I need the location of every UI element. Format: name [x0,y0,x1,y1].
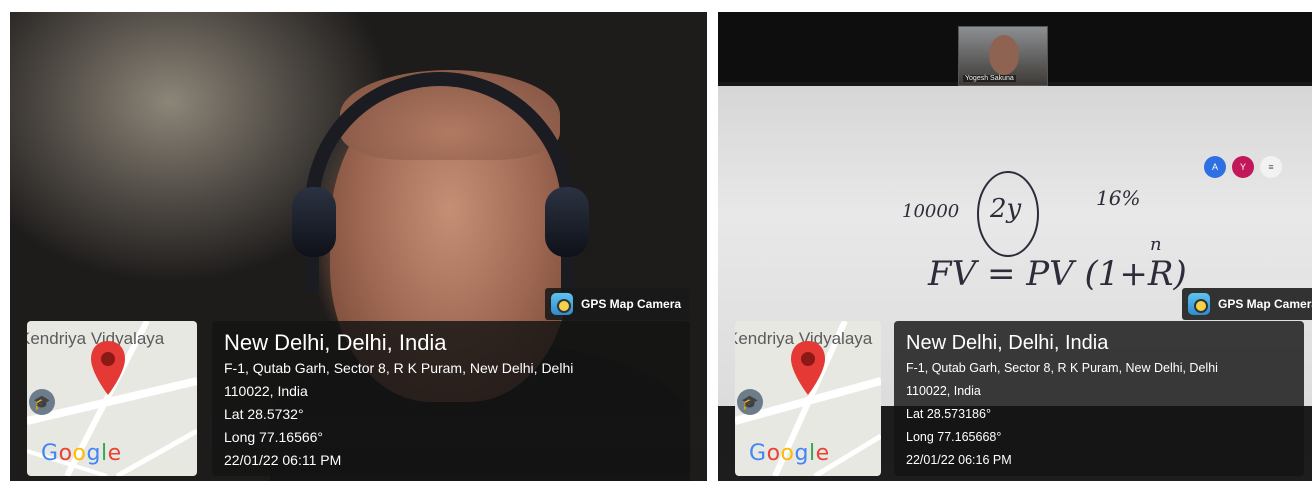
video-thumbnail-face [989,35,1019,75]
address-line-2: 110022, India [224,383,308,399]
latitude: Lat 28.573186° [906,407,991,421]
headphone-earcup-right [545,187,589,257]
address-line-1: F-1, Qutab Garh, Sector 8, R K Puram, Ne… [906,361,1218,375]
wb-formula: FV = PV (1+R) [928,254,1187,294]
wb-rate: 16% [1096,186,1141,210]
school-icon: 🎓 [29,389,55,415]
gps-badge-right: GPS Map Camera [1182,288,1312,320]
wb-principal: 10000 [902,201,960,222]
location-title: New Delhi, Delhi, India [224,330,447,355]
latitude: Lat 28.5732° [224,406,304,422]
gps-badge-label: GPS Map Camera [581,297,682,311]
google-logo: Google [41,441,122,466]
timestamp: 22/01/22 06:11 PM [224,452,342,468]
address-line-2: 110022, India [906,384,981,398]
gps-camera-app-icon [1188,293,1210,315]
wb-term: 2y [990,194,1022,224]
location-info-left: New Delhi, Delhi, India F-1, Qutab Garh,… [212,321,690,476]
gps-badge-label: GPS Map Camera [1218,297,1312,311]
map-pin-icon [91,341,125,395]
wb-exponent: n [1150,234,1162,255]
gps-camera-app-icon [551,293,573,315]
location-title: New Delhi, Delhi, India [906,332,1109,354]
address-line-1: F-1, Qutab Garh, Sector 8, R K Puram, Ne… [224,360,574,376]
map-thumbnail-right: Kendriya Vidyalaya 🎓 Google [735,321,881,476]
headphone-earcup-left [292,187,336,257]
video-thumbnail: Yogesh Sakuna [958,26,1048,86]
video-thumbnail-name: Yogesh Sakuna [963,75,1016,82]
map-thumbnail-left: Kendriya Vidyalaya 🎓 Google [27,321,197,476]
school-icon: 🎓 [737,389,763,415]
google-logo: Google [749,441,830,466]
map-pin-icon [791,341,825,395]
longitude: Long 77.165668° [906,430,1002,444]
gps-badge-left: GPS Map Camera [545,288,690,320]
timestamp: 22/01/22 06:16 PM [906,453,1012,467]
location-info-right: New Delhi, Delhi, India F-1, Qutab Garh,… [894,321,1304,476]
longitude: Long 77.16566° [224,429,324,445]
